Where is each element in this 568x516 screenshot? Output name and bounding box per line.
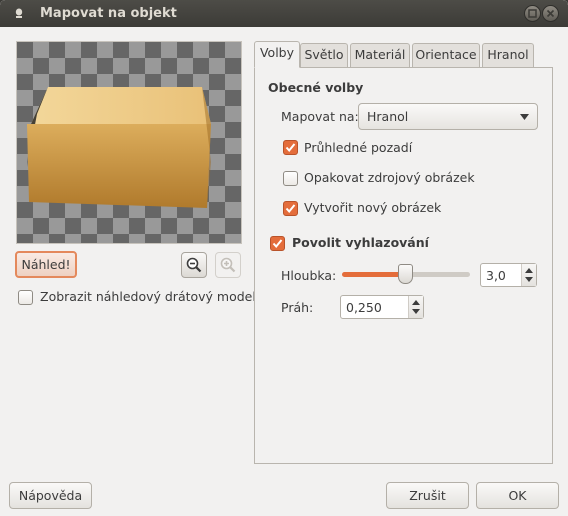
title-bar: Mapovat na objekt — [0, 0, 568, 27]
window-title: Mapovat na objekt — [40, 6, 177, 21]
threshold-value: 0,250 — [346, 300, 382, 315]
checkmark-icon — [285, 204, 296, 214]
wireframe-checkbox-label: Zobrazit náhledový drátový model — [40, 289, 256, 304]
spin-down-icon — [525, 277, 533, 282]
ok-button-label: OK — [508, 488, 527, 503]
help-button[interactable]: Nápověda — [9, 482, 92, 509]
preview-button-label: Náhled! — [21, 257, 71, 272]
tab-volby[interactable]: Volby — [254, 41, 300, 68]
depth-label: Hloubka: — [281, 268, 337, 283]
spin-up-icon — [412, 300, 420, 305]
zoom-in-button[interactable] — [215, 252, 241, 278]
transparent-background-checkbox[interactable] — [283, 140, 298, 155]
depth-slider-fill — [342, 272, 404, 277]
box-front — [27, 124, 211, 208]
threshold-label: Práh: — [281, 300, 314, 315]
transparent-background-label: Průhledné pozadí — [304, 140, 413, 155]
spin-up-icon — [525, 268, 533, 273]
zoom-out-icon — [186, 257, 202, 273]
map-to-combo[interactable]: Hranol — [358, 103, 538, 130]
depth-spin-arrows[interactable] — [521, 264, 536, 286]
checkmark-icon — [285, 143, 296, 153]
tab-svetlo[interactable]: Světlo — [300, 43, 348, 67]
checkmark-icon — [272, 239, 283, 249]
depth-slider-track[interactable] — [404, 272, 470, 277]
depth-slider-handle[interactable] — [398, 264, 413, 284]
close-icon — [546, 9, 555, 18]
preview-button[interactable]: Náhled! — [15, 251, 77, 278]
threshold-spin-arrows[interactable] — [408, 296, 423, 318]
map-to-value: Hranol — [367, 109, 409, 124]
depth-value: 3,0 — [486, 268, 506, 283]
map-to-label: Mapovat na: — [281, 109, 359, 124]
create-new-image-label: Vytvořit nový obrázek — [304, 200, 442, 215]
antialiasing-label: Povolit vyhlazování — [292, 235, 429, 250]
tile-source-checkbox[interactable] — [283, 171, 298, 186]
close-button[interactable] — [542, 5, 559, 22]
tab-hranol[interactable]: Hranol — [482, 43, 534, 67]
cancel-button-label: Zrušit — [409, 488, 446, 503]
tab-material[interactable]: Materiál — [350, 43, 410, 67]
tab-orientace[interactable]: Orientace — [412, 43, 480, 67]
wireframe-checkbox[interactable] — [18, 290, 33, 305]
create-new-image-checkbox[interactable] — [283, 201, 298, 216]
cancel-button[interactable]: Zrušit — [386, 482, 469, 509]
spin-down-icon — [412, 309, 420, 314]
ok-button[interactable]: OK — [476, 482, 559, 509]
window-menu-icon[interactable] — [15, 8, 23, 18]
depth-spinbutton[interactable]: 3,0 — [480, 263, 537, 287]
chevron-down-icon — [520, 114, 529, 120]
map-object-dialog: Mapovat na objekt Náhled! Zobrazit náhle… — [0, 0, 568, 516]
preview-render — [17, 42, 241, 243]
box-inner-back — [31, 87, 211, 124]
help-button-label: Nápověda — [18, 488, 83, 503]
preview-canvas — [16, 41, 242, 244]
antialiasing-checkbox[interactable] — [270, 236, 285, 251]
zoom-out-button[interactable] — [181, 252, 207, 278]
threshold-spinbutton[interactable]: 0,250 — [340, 295, 424, 319]
maximize-icon — [528, 9, 537, 18]
tile-source-label: Opakovat zdrojový obrázek — [304, 170, 475, 185]
zoom-in-icon — [220, 257, 236, 273]
general-options-header: Obecné volby — [268, 80, 364, 95]
maximize-button[interactable] — [524, 5, 541, 22]
